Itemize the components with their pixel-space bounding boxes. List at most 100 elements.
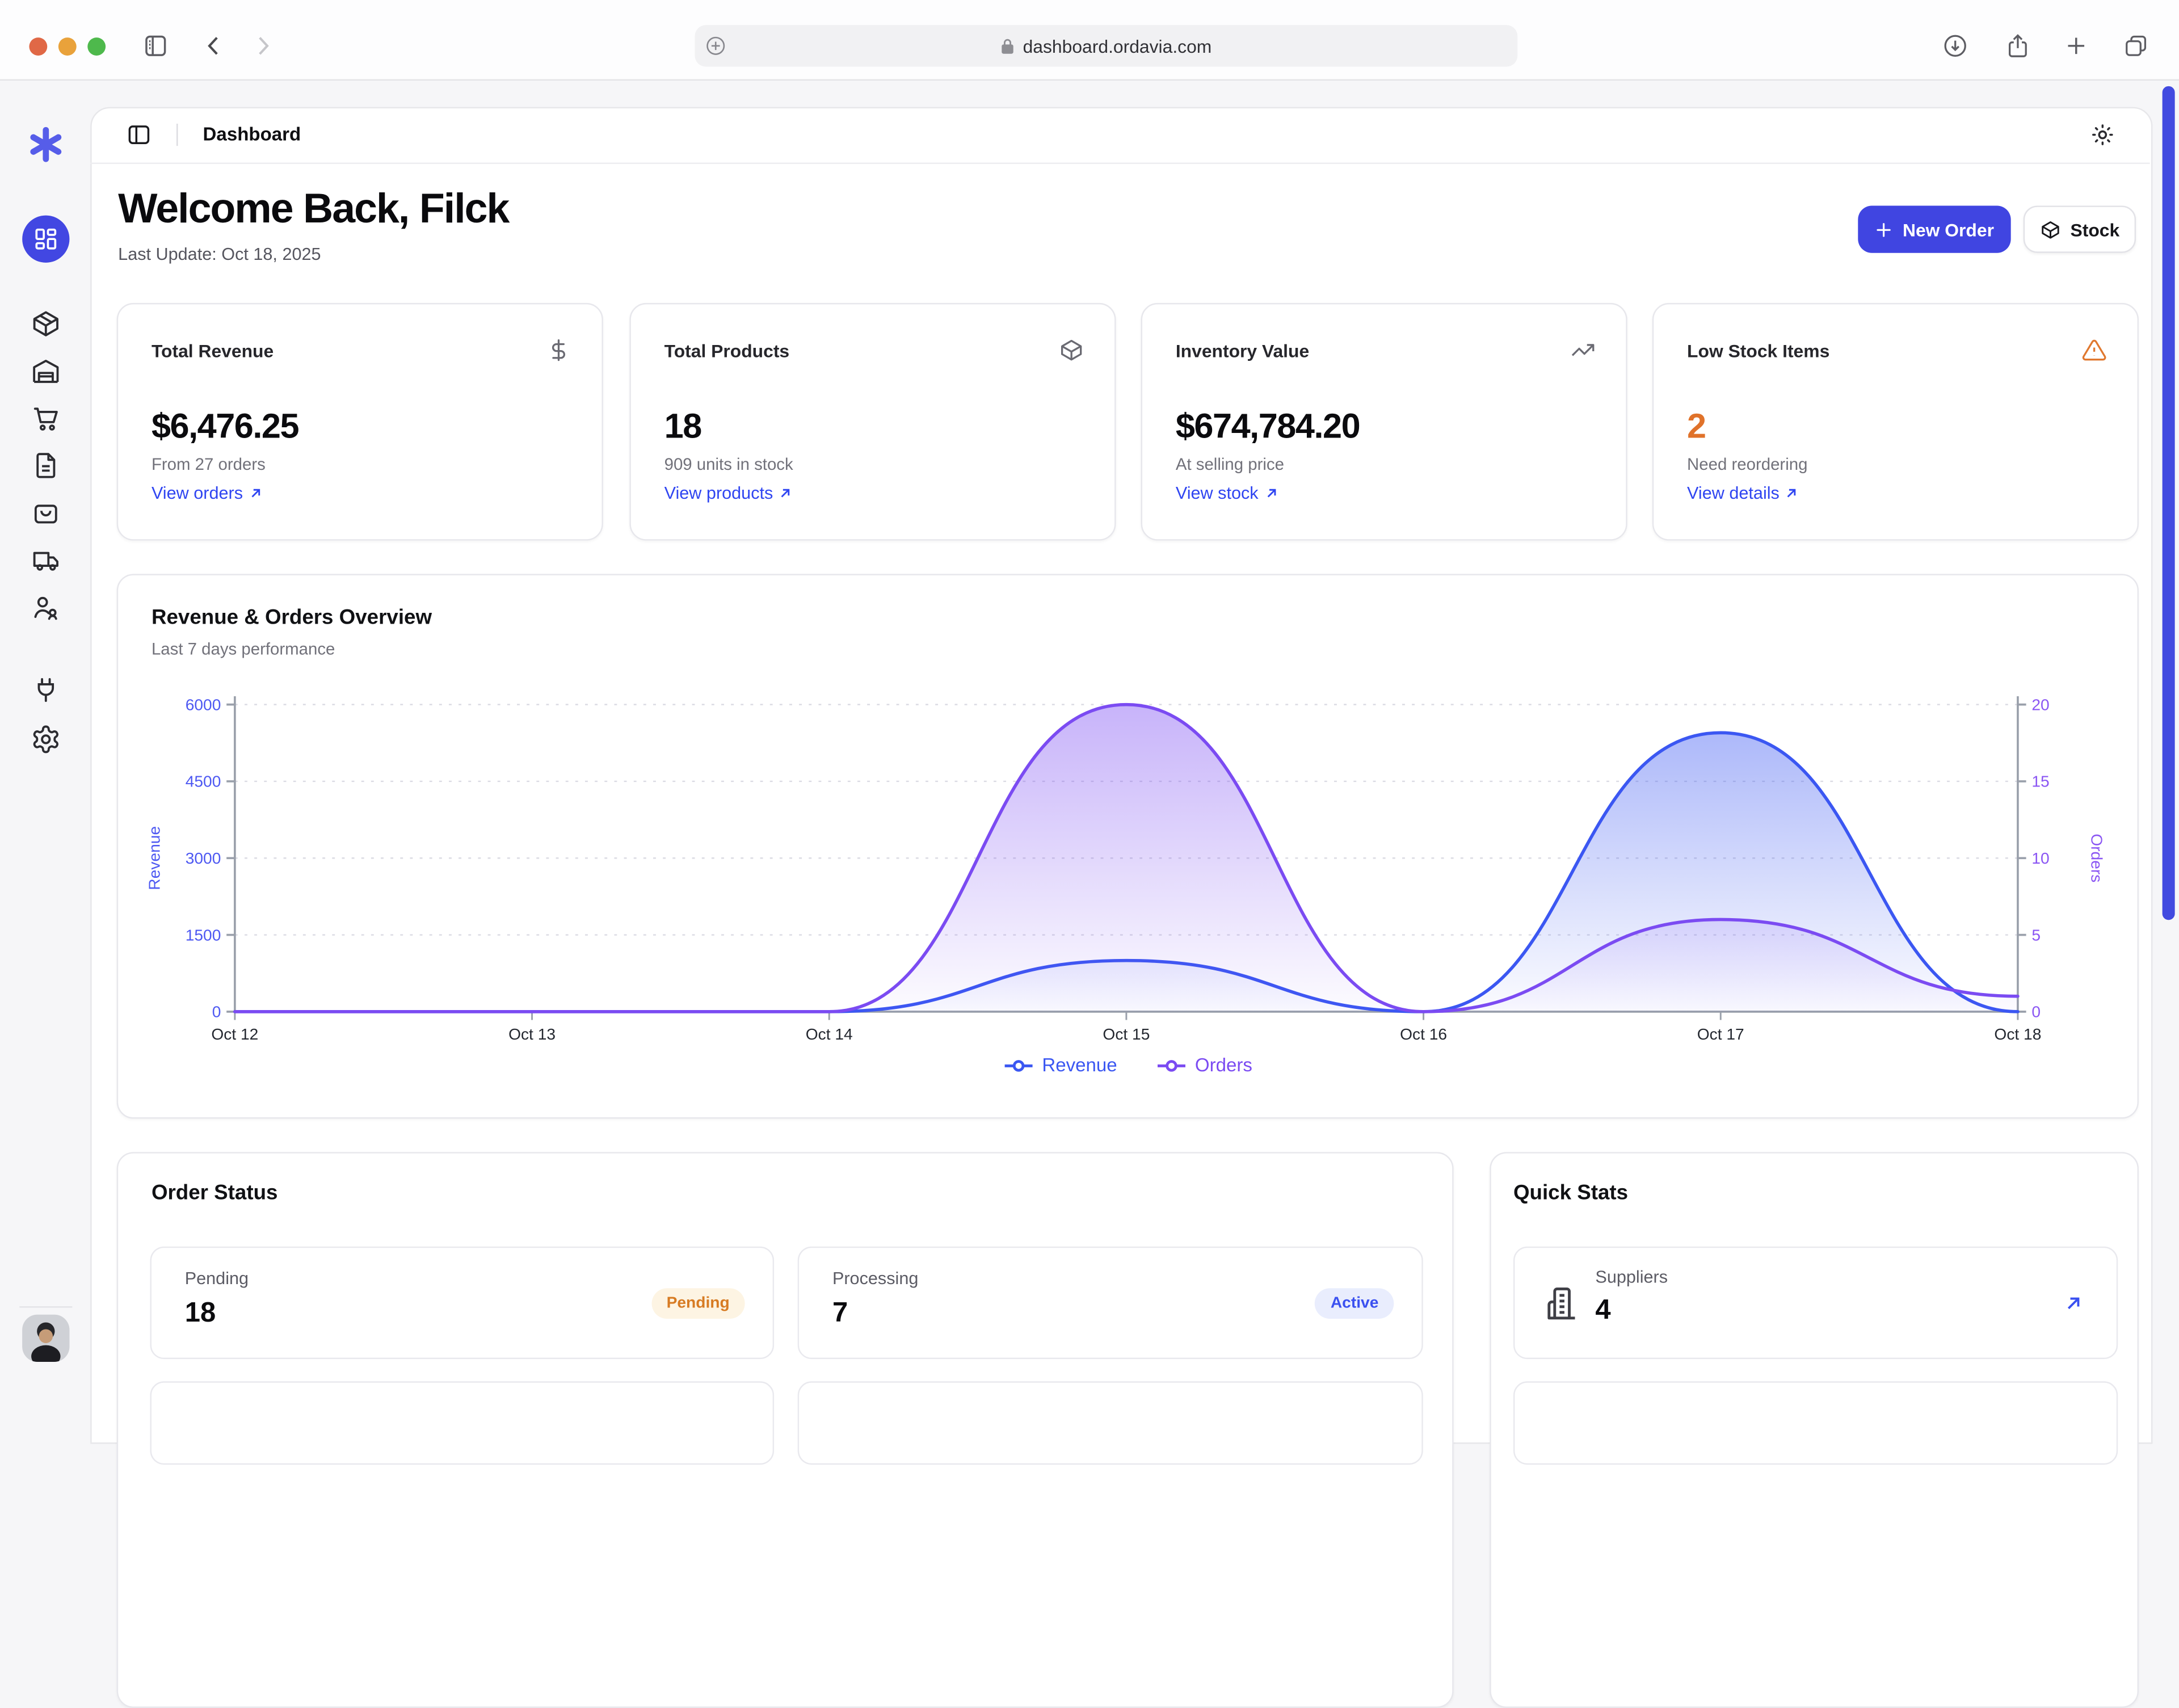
address-bar[interactable]: dashboard.ordavia.com xyxy=(695,25,1517,66)
sidebar-item-deliveries[interactable] xyxy=(31,545,61,575)
chart-subtitle: Last 7 days performance xyxy=(152,640,335,659)
sidebar-item-dashboard[interactable] xyxy=(22,216,69,263)
view-stock-link[interactable]: View stock xyxy=(1176,483,1278,503)
browser-sidebar-toggle-icon[interactable] xyxy=(142,32,170,60)
stock-button[interactable]: Stock xyxy=(2024,205,2136,253)
arrow-up-right-icon[interactable] xyxy=(2064,1293,2083,1312)
lock-icon xyxy=(1000,37,1014,55)
bag-icon xyxy=(31,498,61,528)
sidebar-divider xyxy=(19,1306,72,1307)
tile-value: 18 xyxy=(185,1298,216,1330)
traffic-light-minimize-icon[interactable] xyxy=(58,37,77,56)
plug-icon xyxy=(31,675,61,706)
view-products-link[interactable]: View products xyxy=(664,483,793,503)
sidebar-item-products[interactable] xyxy=(31,309,61,339)
back-icon[interactable] xyxy=(200,32,228,60)
stock-package-icon xyxy=(2040,219,2061,240)
svg-text:Oct 16: Oct 16 xyxy=(1400,1025,1447,1043)
arrow-up-right-icon xyxy=(1264,486,1277,500)
view-details-link[interactable]: View details xyxy=(1687,483,1799,503)
panel-toggle-icon[interactable] xyxy=(127,123,152,148)
share-icon[interactable] xyxy=(2004,32,2031,60)
legend-line-icon xyxy=(1156,1058,1187,1072)
page-scrollbar-thumb[interactable] xyxy=(2163,86,2175,920)
quick-stats-card: Quick Stats Suppliers 4 xyxy=(1490,1152,2139,1708)
arrow-up-right-icon xyxy=(779,486,792,500)
last-update-text: Last Update: Oct 18, 2025 xyxy=(118,245,321,264)
app-logo-asterisk-icon xyxy=(28,127,64,163)
stock-label: Stock xyxy=(2070,219,2119,240)
traffic-light-zoom-icon[interactable] xyxy=(87,37,106,56)
pending-status-tile[interactable]: Pending 18 Pending xyxy=(150,1247,774,1359)
card-subtext: At selling price xyxy=(1176,455,1284,474)
card-title: Inventory Value xyxy=(1176,340,1309,361)
tab-overview-icon[interactable] xyxy=(2122,32,2150,60)
forward-icon xyxy=(249,32,276,60)
chart-legend: Revenue Orders xyxy=(118,1055,2137,1076)
sidebar-item-integrations[interactable] xyxy=(31,675,61,706)
svg-text:Oct 12: Oct 12 xyxy=(211,1025,258,1043)
cart-icon xyxy=(31,403,61,434)
processing-status-tile[interactable]: Processing 7 Active xyxy=(798,1247,1423,1359)
truck-icon xyxy=(31,545,61,575)
building-icon xyxy=(1542,1284,1581,1323)
legend-item-orders[interactable]: Orders xyxy=(1156,1055,1252,1076)
tile-value: 7 xyxy=(832,1298,848,1330)
card-subtext: Need reordering xyxy=(1687,455,1807,474)
card-subtext: 909 units in stock xyxy=(664,455,793,474)
quick-stats-tile-partial xyxy=(1513,1381,2118,1465)
legend-item-revenue[interactable]: Revenue xyxy=(1003,1055,1117,1076)
suppliers-tile[interactable]: Suppliers 4 xyxy=(1513,1247,2118,1359)
sidebar-item-invoices[interactable] xyxy=(31,450,61,481)
svg-text:Revenue: Revenue xyxy=(146,826,163,890)
theme-toggle-sun-icon[interactable] xyxy=(2090,123,2115,148)
svg-text:0: 0 xyxy=(2031,1003,2041,1021)
traffic-light-close-icon[interactable] xyxy=(29,37,47,56)
avatar-photo xyxy=(22,1315,69,1362)
sidebar-item-purchases[interactable] xyxy=(31,498,61,528)
new-tab-icon[interactable] xyxy=(2062,32,2090,60)
view-orders-link[interactable]: View orders xyxy=(152,483,262,503)
svg-text:4500: 4500 xyxy=(186,773,221,790)
tile-label: Pending xyxy=(185,1269,249,1288)
gear-icon xyxy=(31,724,61,755)
arrow-up-right-icon xyxy=(1785,486,1799,500)
dashboard-grid-icon xyxy=(33,226,58,251)
package-icon xyxy=(31,309,61,339)
card-value: $674,784.20 xyxy=(1176,407,1360,448)
card-value: $6,476.25 xyxy=(152,407,298,448)
svg-text:Orders: Orders xyxy=(2088,834,2106,882)
legend-line-icon xyxy=(1003,1058,1034,1072)
svg-text:Oct 15: Oct 15 xyxy=(1103,1025,1150,1043)
tile-label: Suppliers xyxy=(1595,1267,1668,1286)
order-status-heading: Order Status xyxy=(152,1181,278,1205)
svg-text:15: 15 xyxy=(2031,773,2049,790)
sidebar-item-customers[interactable] xyxy=(31,592,61,622)
page-actions-icon[interactable] xyxy=(705,35,727,57)
card-title: Low Stock Items xyxy=(1687,340,1829,361)
sidebar-item-orders[interactable] xyxy=(31,403,61,434)
svg-text:5: 5 xyxy=(2031,926,2041,944)
arrow-up-right-icon xyxy=(249,486,262,500)
tile-value: 4 xyxy=(1595,1295,1610,1327)
inventory-value-card: Inventory Value $674,784.20 At selling p… xyxy=(1141,303,1627,541)
app-header xyxy=(90,107,2149,164)
user-avatar[interactable] xyxy=(22,1315,69,1362)
total-revenue-card: Total Revenue $6,476.25 From 27 orders V… xyxy=(117,303,603,541)
total-products-card: Total Products 18 909 units in stock Vie… xyxy=(629,303,1116,541)
header-divider xyxy=(176,124,178,146)
status-badge: Active xyxy=(1315,1288,1394,1318)
plus-icon xyxy=(1875,220,1893,238)
downloads-icon[interactable] xyxy=(1941,32,1969,60)
file-text-icon xyxy=(31,450,61,481)
sidebar-item-settings[interactable] xyxy=(31,724,61,755)
card-subtext: From 27 orders xyxy=(152,455,266,474)
svg-text:Oct 17: Oct 17 xyxy=(1697,1025,1744,1043)
svg-text:10: 10 xyxy=(2031,849,2049,867)
svg-text:0: 0 xyxy=(212,1003,221,1021)
svg-text:3000: 3000 xyxy=(186,849,221,867)
welcome-heading: Welcome Back, Filck xyxy=(118,186,508,233)
new-order-button[interactable]: New Order xyxy=(1858,205,2010,253)
sidebar-item-warehouse[interactable] xyxy=(31,356,61,386)
chart-title: Revenue & Orders Overview xyxy=(152,606,432,630)
